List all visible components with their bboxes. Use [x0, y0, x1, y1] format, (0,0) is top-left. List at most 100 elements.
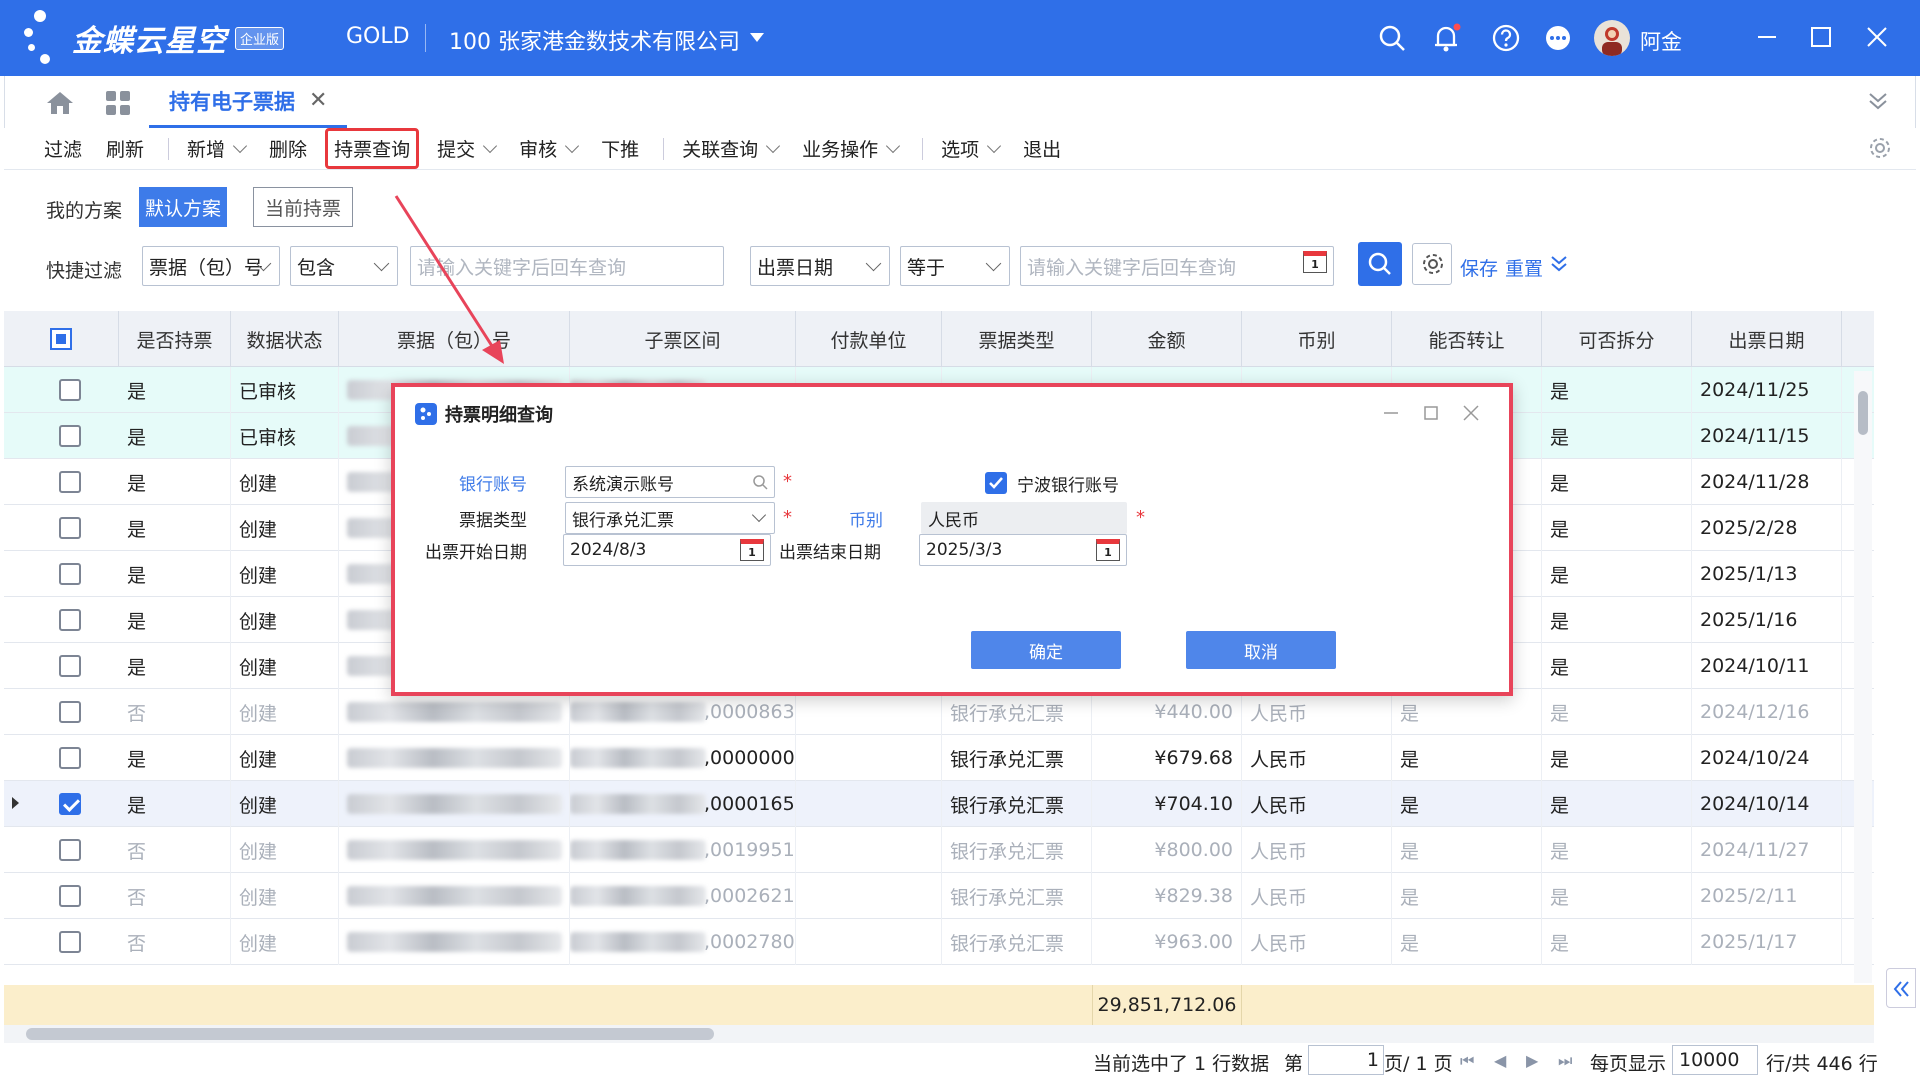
- cancel-button[interactable]: 取消: [1186, 631, 1336, 669]
- default-scheme-button[interactable]: 默认方案: [139, 187, 227, 227]
- horizontal-scrollbar[interactable]: [4, 1025, 1874, 1043]
- chevron-down-icon[interactable]: [987, 138, 1002, 153]
- search-button[interactable]: [1358, 242, 1402, 286]
- calendar-icon[interactable]: 1: [1096, 539, 1120, 561]
- save-scheme-link[interactable]: 保存: [1460, 254, 1498, 281]
- table-row[interactable]: 是创建,00001651银行承兑汇票¥704.10人民币是是2024/10/14: [4, 781, 1874, 827]
- page-input[interactable]: 1: [1308, 1045, 1384, 1075]
- filter-field-select[interactable]: 票据（包）号: [142, 246, 280, 286]
- vertical-scrollbar[interactable]: [1854, 371, 1872, 983]
- col-header-amount[interactable]: 金额: [1092, 311, 1242, 367]
- select-all-checkbox[interactable]: [50, 328, 72, 350]
- dialog-close-icon[interactable]: [1459, 401, 1483, 425]
- col-header-hold[interactable]: 是否持票: [119, 311, 231, 367]
- chevron-down-icon[interactable]: [483, 138, 498, 153]
- bell-icon[interactable]: [1430, 22, 1462, 54]
- col-header-bill-no[interactable]: 票据（包）号: [339, 311, 570, 367]
- settings-gear-icon[interactable]: [1868, 136, 1892, 160]
- row-checkbox[interactable]: [59, 885, 81, 907]
- more-icon[interactable]: [1542, 22, 1574, 54]
- ningbo-account-checkbox[interactable]: [985, 472, 1007, 494]
- business-ops-button[interactable]: 业务操作: [802, 135, 901, 162]
- row-checkbox[interactable]: [59, 517, 81, 539]
- row-checkbox[interactable]: [59, 931, 81, 953]
- col-header-transferable[interactable]: 能否转让: [1392, 311, 1542, 367]
- push-down-button[interactable]: 下推: [601, 135, 639, 162]
- options-button[interactable]: 选项: [941, 135, 1002, 162]
- row-checkbox[interactable]: [59, 563, 81, 585]
- date-keyword-input[interactable]: 请输入关键字后回车查询 1: [1020, 246, 1334, 286]
- row-checkbox[interactable]: [59, 655, 81, 677]
- scroll-thumb[interactable]: [26, 1028, 714, 1040]
- table-row[interactable]: 是创建,00000006银行承兑汇票¥679.68人民币是是2024/10/24: [4, 735, 1874, 781]
- filter-settings-button[interactable]: [1412, 243, 1452, 285]
- first-page-icon[interactable]: ⏮: [1460, 1051, 1474, 1071]
- chevron-down-icon[interactable]: [766, 138, 781, 153]
- start-date-input[interactable]: 2024/8/3 1: [563, 534, 771, 566]
- row-checkbox[interactable]: [59, 609, 81, 631]
- lookup-icon[interactable]: [752, 474, 768, 490]
- col-header-splittable[interactable]: 可否拆分: [1542, 311, 1692, 367]
- row-checkbox[interactable]: [59, 471, 81, 493]
- submit-button[interactable]: 提交: [437, 135, 498, 162]
- col-header-currency[interactable]: 币别: [1242, 311, 1392, 367]
- minimize-icon[interactable]: [1752, 22, 1782, 52]
- expand-filter-icon[interactable]: [1550, 254, 1568, 274]
- org-dropdown-icon[interactable]: [750, 33, 764, 42]
- current-holding-scheme-button[interactable]: 当前持票: [253, 187, 353, 227]
- table-row[interactable]: 否创建,00199515银行承兑汇票¥800.00人民币是是2024/11/27: [4, 827, 1874, 873]
- col-header-status[interactable]: 数据状态: [231, 311, 339, 367]
- scroll-thumb[interactable]: [1858, 391, 1868, 435]
- per-page-select[interactable]: 10000: [1672, 1045, 1758, 1075]
- row-checkbox[interactable]: [59, 839, 81, 861]
- select-all-cell[interactable]: [4, 311, 119, 367]
- col-header-sub-range[interactable]: 子票区间: [570, 311, 796, 367]
- chevron-down-icon[interactable]: [565, 138, 580, 153]
- apps-grid-icon[interactable]: [105, 90, 131, 116]
- date-operator-select[interactable]: 等于: [900, 246, 1010, 286]
- keyword-input[interactable]: 请输入关键字后回车查询: [410, 246, 724, 286]
- search-icon[interactable]: [1376, 22, 1408, 54]
- chevron-down-icon[interactable]: [886, 138, 901, 153]
- collapse-icon[interactable]: [1867, 90, 1889, 112]
- row-checkbox[interactable]: [59, 425, 81, 447]
- row-checkbox[interactable]: [59, 379, 81, 401]
- bank-account-input[interactable]: 系统演示账号: [565, 466, 775, 498]
- table-row[interactable]: 否创建,00027800银行承兑汇票¥963.00人民币是是2025/1/17: [4, 919, 1874, 965]
- exit-button[interactable]: 退出: [1023, 135, 1061, 162]
- maximize-icon[interactable]: [1806, 22, 1836, 52]
- row-checkbox[interactable]: [59, 793, 81, 815]
- table-row[interactable]: 否创建,00026219银行承兑汇票¥829.38人民币是是2025/2/11: [4, 873, 1874, 919]
- close-icon[interactable]: [1862, 22, 1892, 52]
- tab-held-e-bills[interactable]: 持有电子票据 ✕: [149, 76, 348, 128]
- add-button[interactable]: 新增: [187, 135, 248, 162]
- end-date-input[interactable]: 2025/3/3 1: [919, 534, 1127, 566]
- reset-link[interactable]: 重置: [1505, 254, 1543, 281]
- audit-button[interactable]: 审核: [519, 135, 580, 162]
- help-icon[interactable]: [1490, 22, 1522, 54]
- bill-query-button[interactable]: 持票查询: [325, 128, 420, 169]
- org-code[interactable]: GOLD: [346, 24, 410, 49]
- calendar-icon[interactable]: 1: [1303, 251, 1327, 273]
- filter-button[interactable]: 过滤: [44, 135, 82, 162]
- related-query-button[interactable]: 关联查询: [682, 135, 781, 162]
- refresh-button[interactable]: 刷新: [106, 135, 144, 162]
- row-checkbox[interactable]: [59, 701, 81, 723]
- row-checkbox[interactable]: [59, 747, 81, 769]
- avatar[interactable]: [1594, 20, 1630, 56]
- date-field-select[interactable]: 出票日期: [750, 246, 890, 286]
- org-selector[interactable]: 100 张家港金数技术有限公司: [449, 24, 740, 56]
- col-header-bill-type[interactable]: 票据类型: [942, 311, 1092, 367]
- side-panel-toggle[interactable]: [1886, 968, 1916, 1008]
- next-page-icon[interactable]: ▶: [1526, 1051, 1538, 1070]
- bill-type-select[interactable]: 银行承兑汇票: [565, 502, 775, 534]
- confirm-button[interactable]: 确定: [971, 631, 1121, 669]
- tab-close-icon[interactable]: ✕: [309, 88, 327, 113]
- col-header-issue-date[interactable]: 出票日期: [1692, 311, 1842, 367]
- user-name[interactable]: 阿金: [1640, 26, 1682, 56]
- col-header-payer[interactable]: 付款单位: [796, 311, 942, 367]
- delete-button[interactable]: 删除: [269, 135, 307, 162]
- dialog-maximize-icon[interactable]: [1419, 401, 1443, 425]
- chevron-down-icon[interactable]: [232, 138, 248, 153]
- dialog-minimize-icon[interactable]: [1379, 401, 1403, 425]
